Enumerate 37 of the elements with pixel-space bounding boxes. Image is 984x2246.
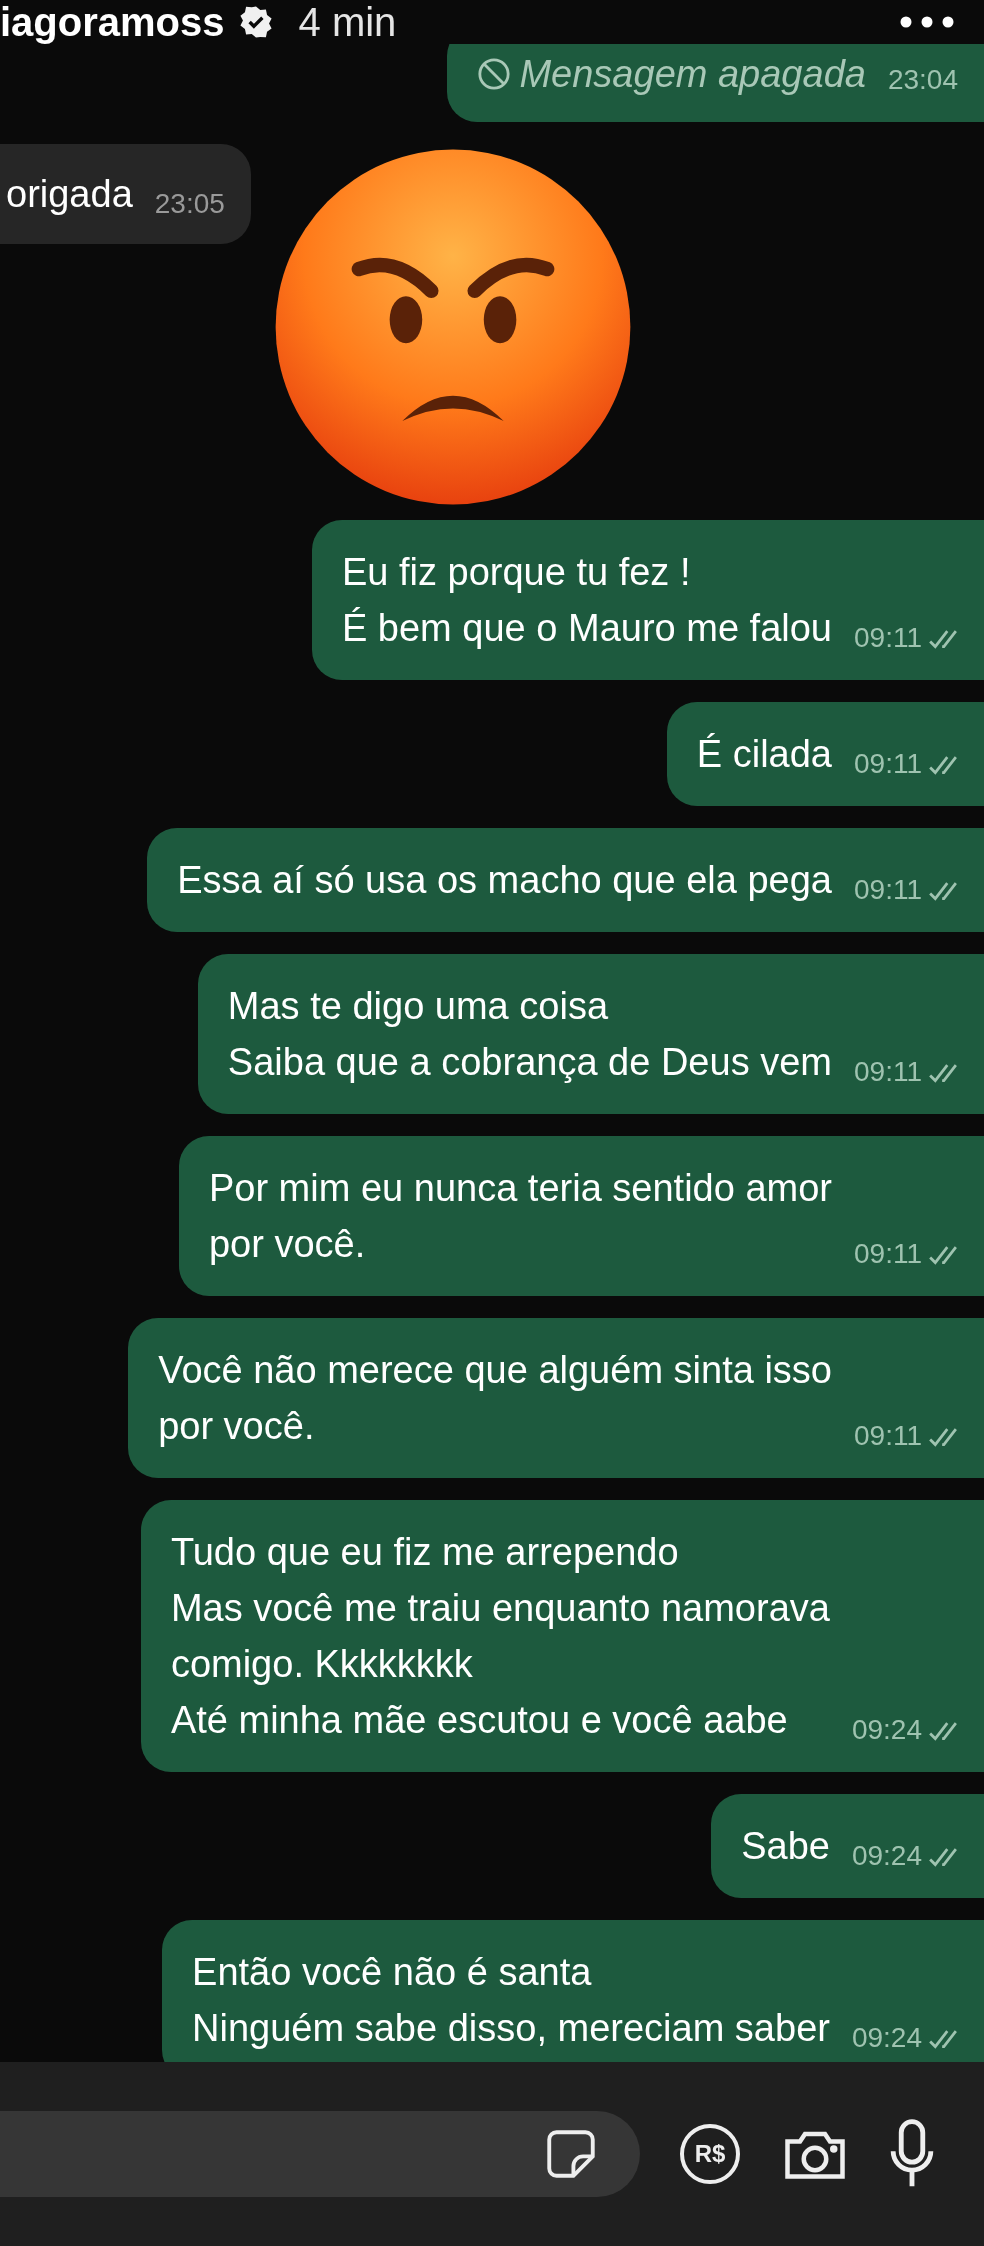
message-time: 09:24 bbox=[851, 2021, 922, 2055]
message-text: Mensagem apagada bbox=[519, 52, 866, 97]
post-time: 4 min bbox=[298, 2, 397, 42]
message-text: É bem que o Mauro me falou bbox=[341, 606, 832, 651]
message-text: Até minha mãe escutou e você aabe bbox=[170, 1698, 789, 1743]
message-text: É cilada bbox=[696, 732, 832, 777]
message-text: por você. bbox=[208, 1222, 367, 1267]
microphone-icon[interactable] bbox=[890, 2119, 934, 2189]
message-text: comigo. Kkkkkkkk bbox=[170, 1642, 474, 1687]
message-text: Sabe bbox=[741, 1824, 830, 1869]
message-time: 09:11 bbox=[854, 1055, 922, 1089]
more-options-icon[interactable] bbox=[900, 16, 954, 28]
message-text: Ninguém sabe disso, mereciam saber bbox=[192, 2006, 830, 2051]
message-text: Mas te digo uma coisa bbox=[227, 984, 609, 1029]
message-time: 09:11 bbox=[854, 747, 922, 781]
message-text: Eu fiz porque tu fez ! bbox=[341, 550, 692, 595]
message-text: Mas você me traiu enquanto namorava bbox=[170, 1586, 830, 1631]
message-text: Então você não é santa bbox=[192, 1950, 593, 1995]
message-text: Você não merece que alguém sinta isso bbox=[158, 1348, 832, 1393]
message-text: Saiba que a cobrança de Deus vem bbox=[227, 1040, 832, 1085]
prohibited-icon bbox=[477, 57, 512, 91]
message-time: 09:24 bbox=[851, 1713, 922, 1747]
message-time: 23:04 bbox=[887, 63, 958, 97]
payment-button[interactable]: R$ bbox=[680, 2124, 740, 2184]
message-text: Tudo que eu fiz me arrependo bbox=[170, 1530, 680, 1575]
message-input[interactable] bbox=[0, 2111, 640, 2197]
message-time: 09:11 bbox=[854, 1237, 922, 1271]
message-time: 09:11 bbox=[854, 621, 922, 655]
message-text: Essa aí só usa os macho que ela pega bbox=[177, 858, 832, 903]
message-time: 23:05 bbox=[154, 187, 225, 221]
message-text: origada bbox=[6, 172, 133, 217]
message-time: 09:11 bbox=[854, 1419, 922, 1453]
message-time: 09:24 bbox=[851, 1839, 922, 1873]
message-text: Por mim eu nunca teria sentido amor bbox=[208, 1166, 832, 1211]
message-time: 09:11 bbox=[854, 873, 922, 907]
message-text: por você. bbox=[158, 1404, 316, 1449]
username[interactable]: iagoramoss bbox=[0, 2, 225, 42]
